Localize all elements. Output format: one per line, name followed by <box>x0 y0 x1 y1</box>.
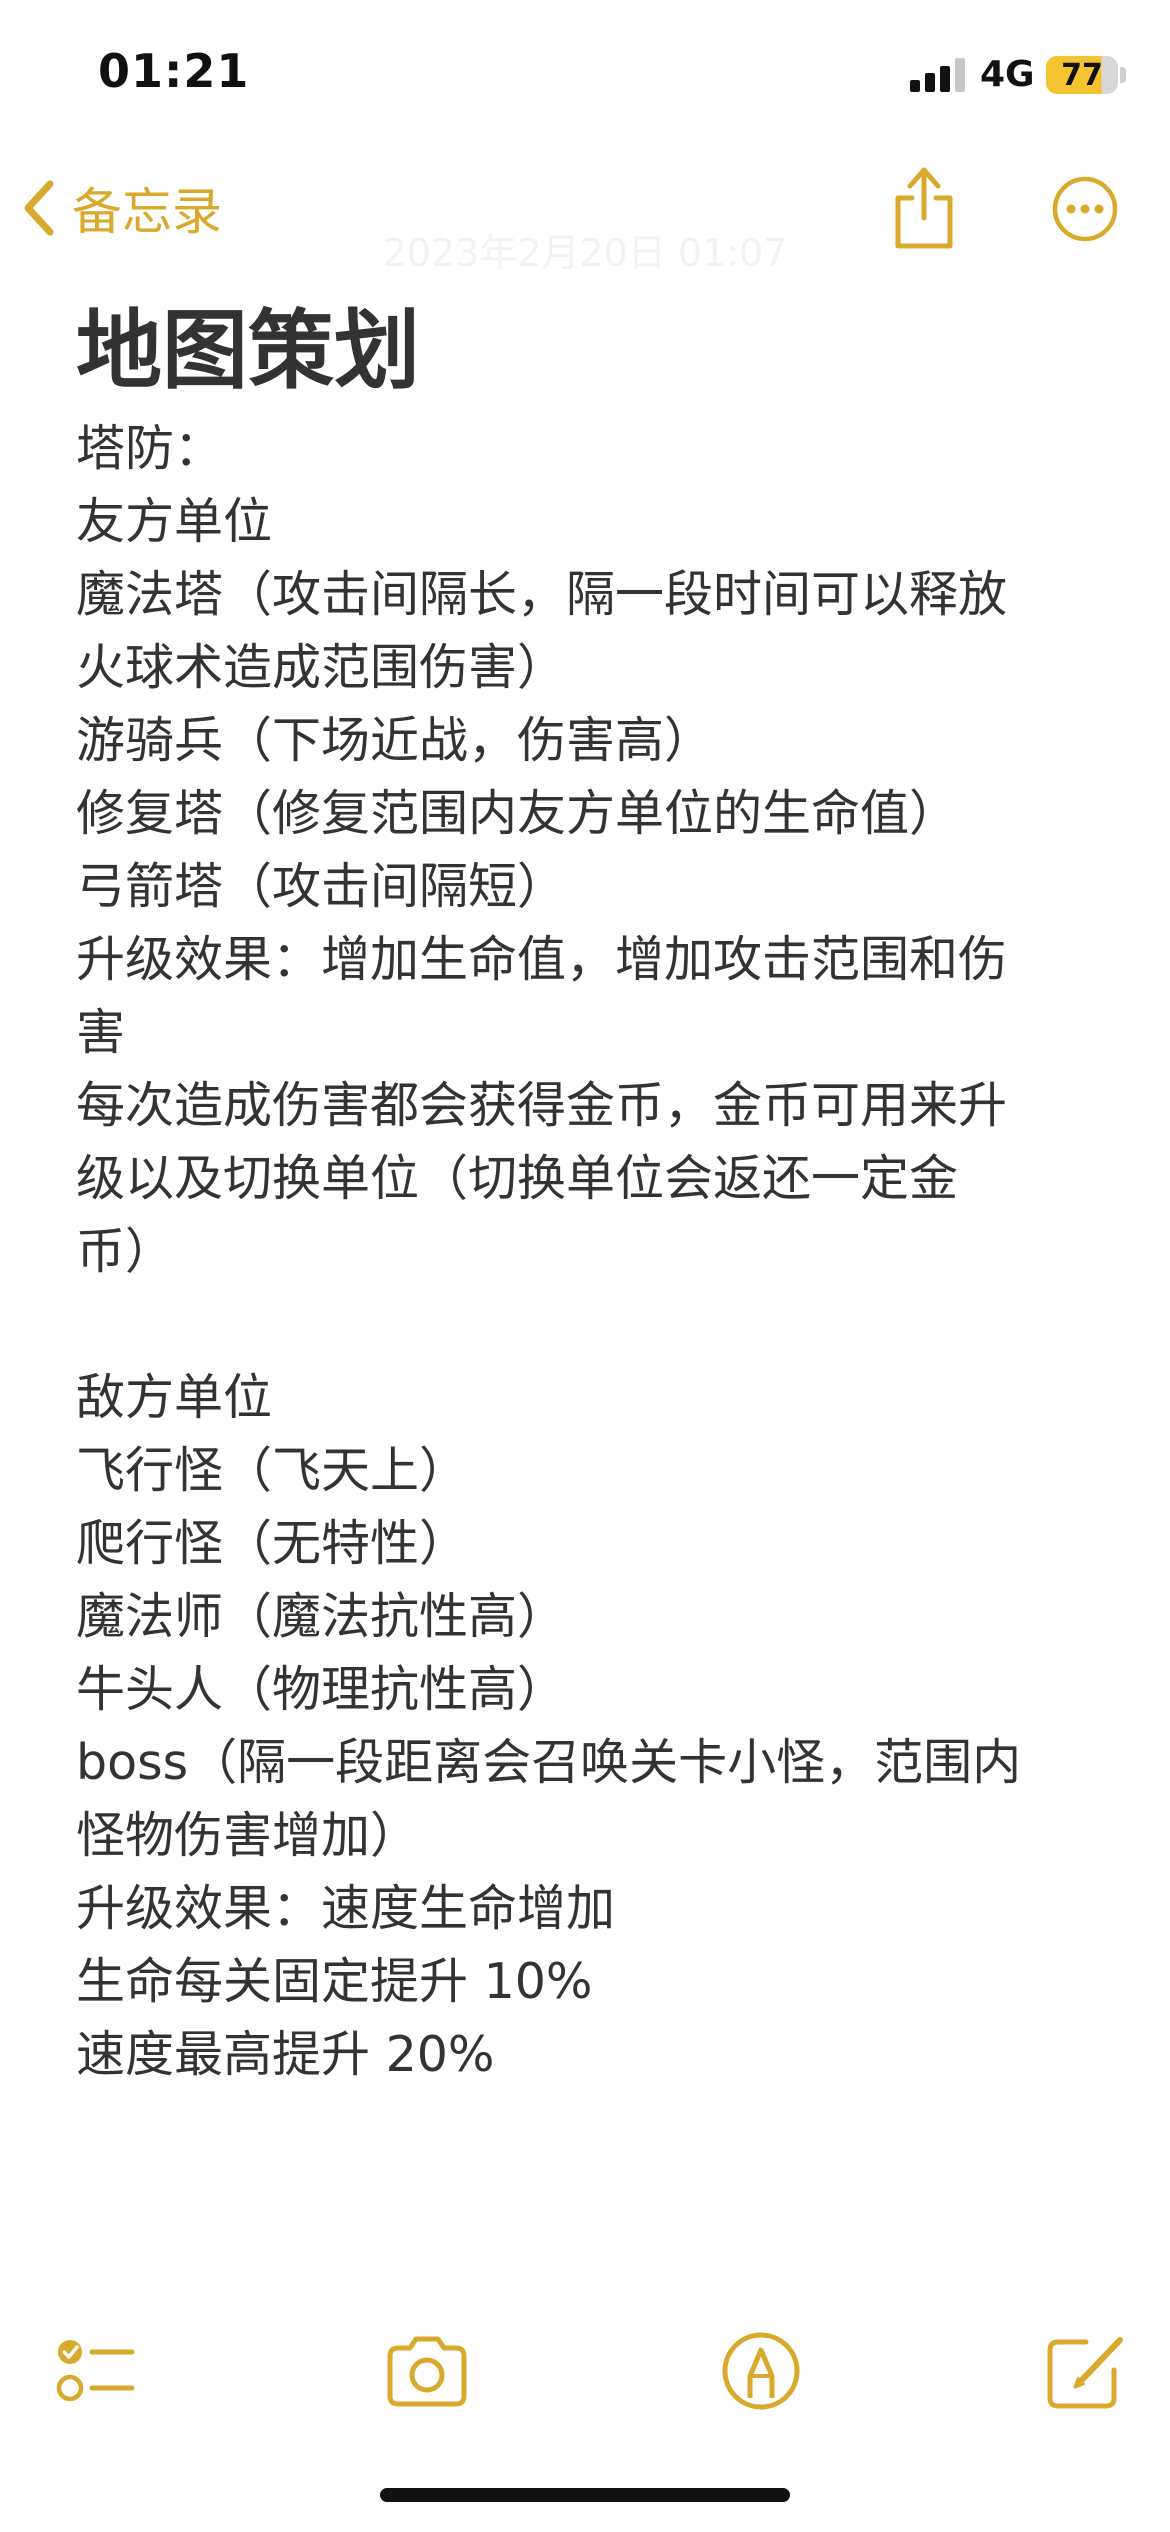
note-line: 弓箭塔（攻击间隔短） <box>76 858 567 915</box>
note-line: 修复塔（修复范围内友方单位的生命值） <box>76 785 959 842</box>
note-body[interactable]: 塔防： 友方单位 魔法塔（攻击间隔长，隔一段时间可以释放 火球术造成范围伤害） … <box>76 412 1086 2091</box>
note-line: 生命每关固定提升 10% <box>76 1953 593 2010</box>
note-title[interactable]: 地图策划 <box>76 296 420 406</box>
home-indicator[interactable] <box>380 2488 790 2502</box>
note-line: 每次造成伤害都会获得金币，金币可用来升 <box>76 1077 1008 1134</box>
note-line: 怪物伤害增加） <box>76 1807 420 1864</box>
status-time: 01:21 <box>98 44 250 98</box>
note-line: 火球术造成范围伤害） <box>76 639 567 696</box>
note-line: 塔防： <box>76 420 224 477</box>
note-line <box>76 1288 1086 1361</box>
note-line: 飞行怪（飞天上） <box>76 1442 469 1499</box>
note-line: 爬行怪（无特性） <box>76 1515 469 1572</box>
markup-icon[interactable] <box>716 2326 806 2416</box>
note-line: boss（隔一段距离会召唤关卡小怪，范围内 <box>76 1734 1022 1791</box>
note-line: 币） <box>76 1223 175 1280</box>
share-icon[interactable] <box>886 162 962 252</box>
note-line: 速度最高提升 20% <box>76 2026 495 2083</box>
status-bar: 01:21 4G 77 <box>0 0 1170 150</box>
note-line: 牛头人（物理抗性高） <box>76 1661 567 1718</box>
note-line: 升级效果：增加生命值，增加攻击范围和伤 <box>76 931 1008 988</box>
note-line: 魔法塔（攻击间隔长，隔一段时间可以释放 <box>76 566 1008 623</box>
network-type: 4G <box>980 54 1035 95</box>
cellular-signal-icon <box>910 58 965 92</box>
note-line: 升级效果：速度生命增加 <box>76 1880 616 1937</box>
note-line: 游骑兵（下场近战，伤害高） <box>76 712 714 769</box>
note-line: 友方单位 <box>76 493 273 550</box>
compose-icon[interactable] <box>1040 2326 1130 2416</box>
note-line: 害 <box>76 1004 126 1061</box>
battery-icon: 77 <box>1046 56 1118 94</box>
note-line: 魔法师（魔法抗性高） <box>76 1588 567 1645</box>
camera-icon[interactable] <box>382 2326 472 2416</box>
battery-tip <box>1120 67 1126 83</box>
note-line: 级以及切换单位（切换单位会返还一定金 <box>76 1150 959 1207</box>
checklist-icon[interactable] <box>50 2326 140 2416</box>
note-date: 2023年2月20日 01:07 <box>382 231 788 275</box>
more-options-icon[interactable] <box>1052 176 1118 242</box>
note-line: 敌方单位 <box>76 1369 273 1426</box>
battery-level: 77 <box>1061 57 1103 93</box>
